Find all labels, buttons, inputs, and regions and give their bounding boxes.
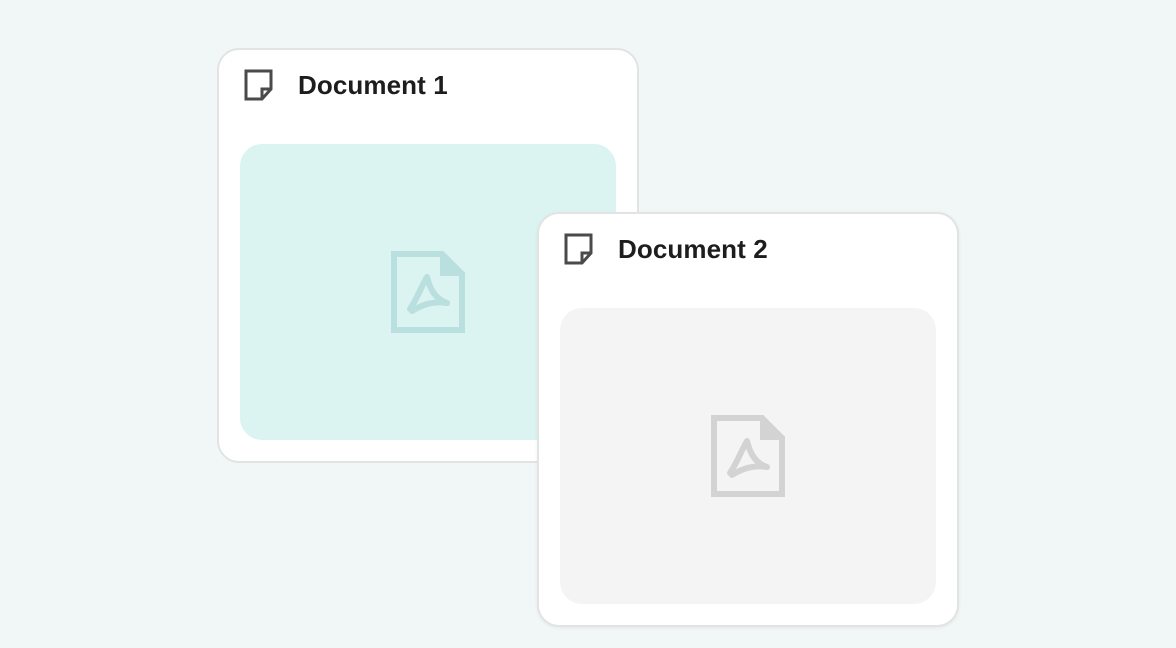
document-card-2[interactable]: Document 2 xyxy=(537,212,959,627)
pdf-file-icon xyxy=(711,415,785,497)
pdf-file-icon xyxy=(391,251,465,333)
document-card-header: Document 2 xyxy=(563,230,768,268)
document-icon xyxy=(563,232,595,266)
document-title: Document 2 xyxy=(618,233,768,264)
canvas: Document 1 Document 2 xyxy=(0,0,1176,648)
document-card-header: Document 1 xyxy=(243,66,448,104)
document-title: Document 1 xyxy=(298,69,448,100)
document-preview[interactable] xyxy=(560,308,936,604)
document-icon xyxy=(243,68,275,102)
